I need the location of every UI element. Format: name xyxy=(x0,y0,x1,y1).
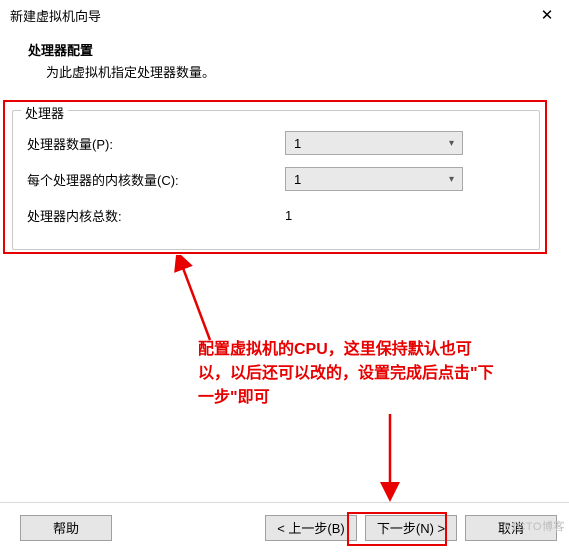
titlebar: 新建虚拟机向导 ✕ xyxy=(0,0,569,30)
next-button[interactable]: 下一步(N) > xyxy=(365,515,457,541)
window-title: 新建虚拟机向导 xyxy=(10,6,101,25)
processor-groupbox: 处理器 处理器数量(P): 1 ▾ 每个处理器的内核数量(C): 1 ▾ 处理器… xyxy=(12,110,540,250)
label-total-cores: 处理器内核总数: xyxy=(27,206,285,225)
page-heading: 处理器配置 xyxy=(28,40,569,59)
row-cores-per-processor: 每个处理器的内核数量(C): 1 ▾ xyxy=(13,161,539,197)
select-processor-value: 1 xyxy=(294,136,301,151)
row-total-cores: 处理器内核总数: 1 xyxy=(13,197,539,233)
arrow-to-next xyxy=(375,412,405,502)
back-button[interactable]: < 上一步(B) xyxy=(265,515,357,541)
cancel-button[interactable]: 取消 xyxy=(465,515,557,541)
label-processor-count: 处理器数量(P): xyxy=(27,134,285,153)
select-processor-count[interactable]: 1 ▾ xyxy=(285,131,463,155)
groupbox-title: 处理器 xyxy=(21,103,68,122)
close-icon[interactable]: ✕ xyxy=(537,6,557,24)
chevron-down-icon: ▾ xyxy=(449,138,454,149)
page-subheading: 为此虚拟机指定处理器数量。 xyxy=(28,62,569,81)
annotation-text: 配置虚拟机的CPU，这里保持默认也可以，以后还可以改的，设置完成后点击"下一步"… xyxy=(198,338,498,410)
help-button[interactable]: 帮助 xyxy=(20,515,112,541)
arrow-to-group xyxy=(170,255,220,345)
value-total-cores: 1 xyxy=(285,208,292,223)
select-cores-per-processor[interactable]: 1 ▾ xyxy=(285,167,463,191)
button-bar: 帮助 < 上一步(B) 下一步(N) > 取消 xyxy=(0,502,569,552)
row-processor-count: 处理器数量(P): 1 ▾ xyxy=(13,125,539,161)
label-cores-per-processor: 每个处理器的内核数量(C): xyxy=(27,170,285,189)
select-cores-value: 1 xyxy=(294,172,301,187)
chevron-down-icon: ▾ xyxy=(449,174,454,185)
wizard-header: 处理器配置 为此虚拟机指定处理器数量。 xyxy=(0,30,569,99)
